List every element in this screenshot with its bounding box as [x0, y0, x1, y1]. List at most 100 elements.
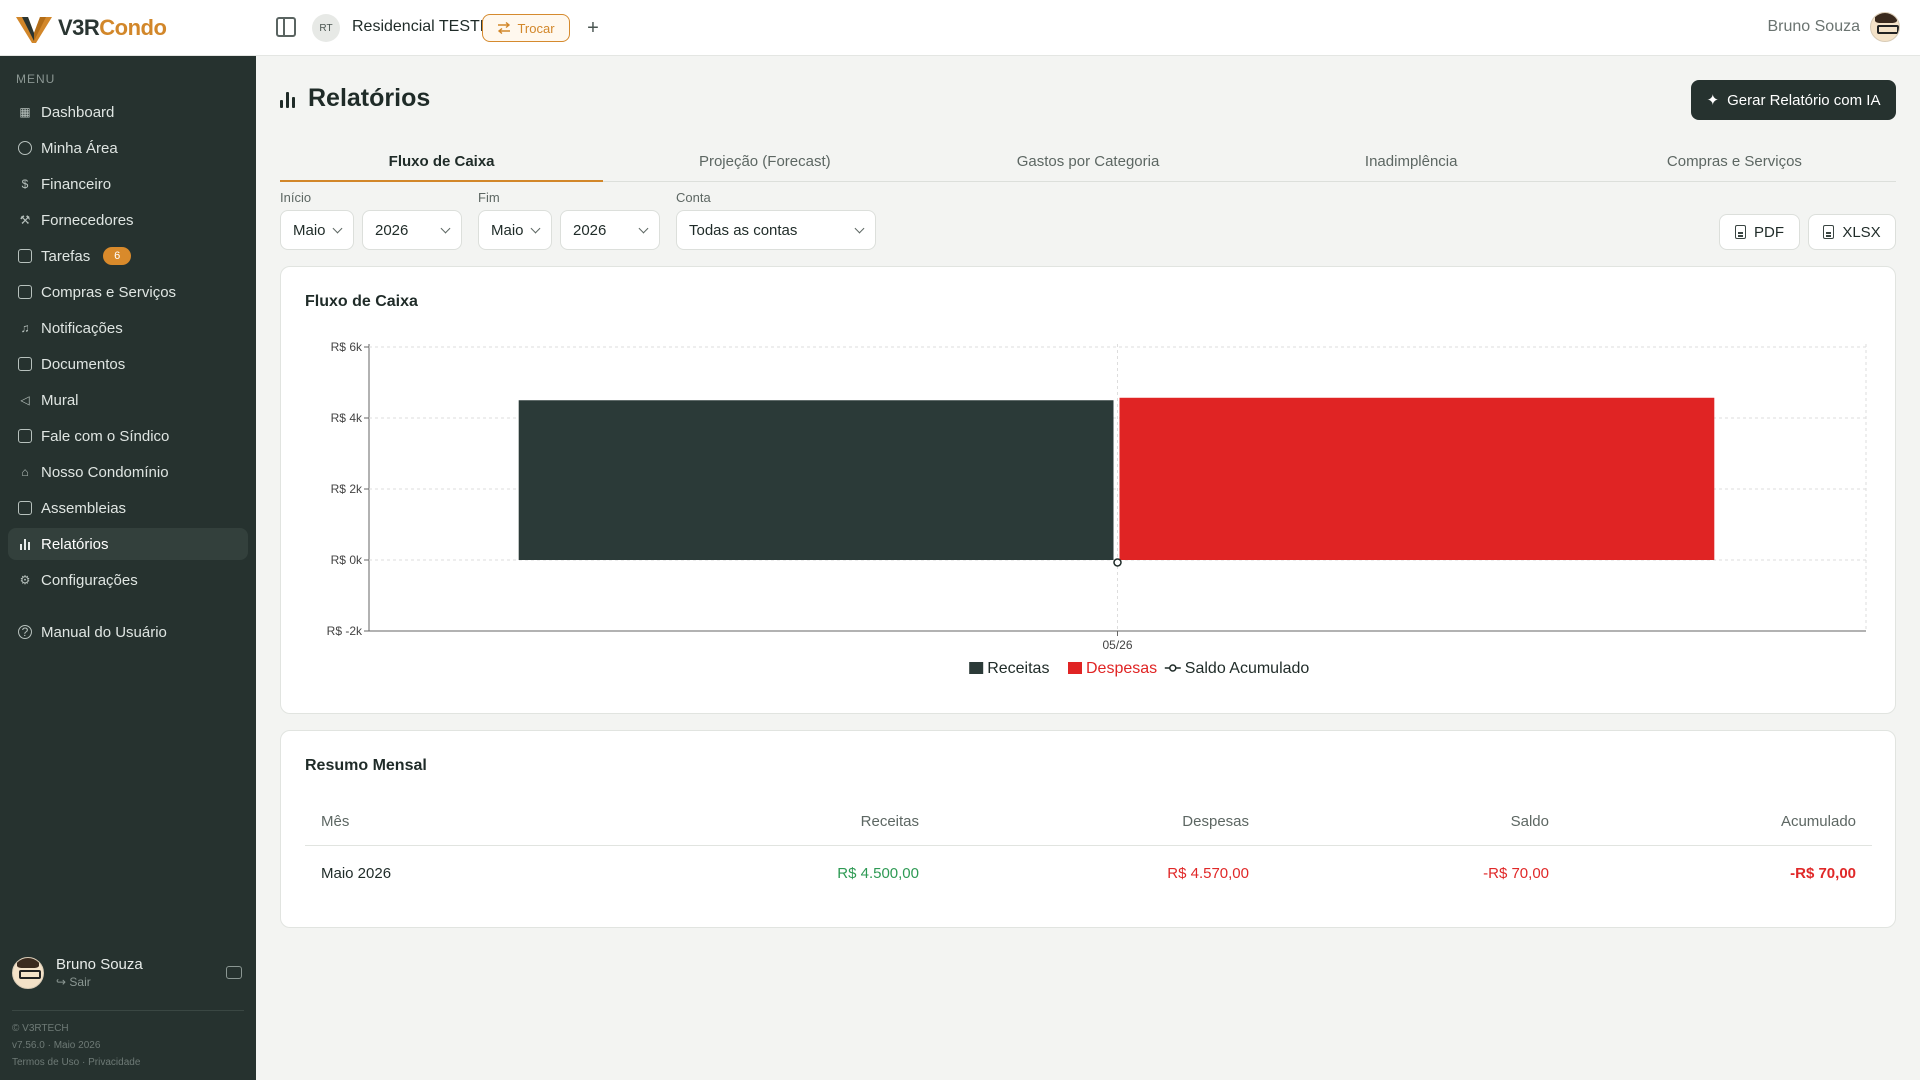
y-tick-label: R$ -2k — [327, 624, 363, 638]
clipboard-icon — [18, 501, 32, 515]
sidebar-item-relatorios[interactable]: Relatórios — [8, 528, 248, 560]
logout-label: Sair — [69, 975, 91, 989]
tasks-count-badge: 6 — [103, 247, 132, 265]
cell-cumulative: -R$ 70,00 — [1790, 864, 1856, 882]
sidebar-item-documentos[interactable]: Documentos — [8, 348, 248, 380]
logo-text: V3RCondo — [58, 15, 167, 40]
chat-icon — [18, 429, 32, 443]
gear-icon: ⚙ — [19, 573, 31, 587]
col-expense: Despesas — [935, 799, 1265, 846]
ai-button-label: Gerar Relatório com IA — [1727, 91, 1881, 109]
logout-link[interactable]: ↪ Sair — [56, 975, 143, 989]
tab-compras-servicos[interactable]: Compras e Serviços — [1573, 148, 1896, 181]
start-year-select[interactable]: 2026 — [362, 210, 462, 250]
page-title: Relatórios — [308, 84, 431, 112]
cell-income: R$ 4.500,00 — [837, 864, 919, 882]
bar-chart-icon — [280, 90, 298, 108]
feedback-chat-icon[interactable] — [226, 966, 242, 979]
sidebar-item-notificacoes[interactable]: ♫ Notificações — [8, 312, 248, 344]
end-year-select[interactable]: 2026 — [560, 210, 660, 250]
xlsx-label: XLSX — [1842, 223, 1881, 241]
folder-icon — [18, 357, 32, 371]
sidebar-item-mural[interactable]: ◁ Mural — [8, 384, 248, 416]
sidebar-footer: © V3RTECH v7.56.0 · Maio 2026 Termos de … — [12, 1020, 140, 1071]
report-tabs: Fluxo de Caixa Projeção (Forecast) Gasto… — [280, 148, 1896, 182]
cell-expense: R$ 4.570,00 — [1167, 864, 1249, 882]
file-icon — [18, 285, 32, 299]
sidebar-item-label: Minha Área — [41, 139, 118, 157]
add-condo-button[interactable]: + — [584, 14, 602, 42]
chevron-down-icon — [440, 223, 451, 234]
sidebar-item-dashboard[interactable]: ▦ Dashboard — [8, 96, 248, 128]
sidebar-item-fornecedores[interactable]: ⚒ Fornecedores — [8, 204, 248, 236]
terms-link[interactable]: Termos de Uso — [12, 1057, 79, 1068]
start-month-value: Maio — [293, 221, 326, 239]
account-select[interactable]: Todas as contas — [676, 210, 876, 250]
chevron-down-icon — [638, 223, 649, 234]
summary-title: Resumo Mensal — [305, 757, 427, 774]
sidebar-item-financeiro[interactable]: $ Financeiro — [8, 168, 248, 200]
tab-inadimplencia[interactable]: Inadimplência — [1250, 148, 1573, 181]
line-point-saldo-acumulado — [1113, 558, 1122, 567]
col-month: Mês — [305, 799, 605, 846]
sidebar-item-minha-area[interactable]: Minha Área — [8, 132, 248, 164]
footer-version: v7.56.0 · Maio 2026 — [12, 1040, 101, 1051]
dollar-icon: $ — [21, 177, 29, 191]
end-month-select[interactable]: Maio — [478, 210, 552, 250]
sidebar-item-label: Relatórios — [41, 535, 109, 553]
menu-label: MENU — [16, 72, 56, 86]
user-menu[interactable]: Bruno Souza — [1767, 12, 1900, 42]
sparkles-icon: ✦ — [1706, 92, 1720, 109]
swap-icon — [498, 22, 511, 34]
export-pdf-button[interactable]: PDF — [1719, 214, 1800, 250]
y-tick-label: R$ 4k — [331, 411, 363, 425]
sidebar: MENU ▦ Dashboard Minha Área $ Financeiro… — [0, 56, 256, 1080]
bar-chart-icon — [18, 537, 32, 551]
sidebar-item-configuracoes[interactable]: ⚙ Configurações — [8, 564, 248, 596]
legend-swatch — [1068, 662, 1082, 674]
legend-marker — [1169, 664, 1177, 672]
switch-condo-button[interactable]: Trocar — [482, 14, 570, 42]
sidebar-item-fale-sindico[interactable]: Fale com o Síndico — [8, 420, 248, 452]
legend-label: Receitas — [987, 660, 1049, 677]
sidebar-item-label: Assembleias — [41, 499, 127, 517]
sidebar-item-label: Fale com o Síndico — [41, 427, 170, 445]
sidebar-item-tarefas[interactable]: Tarefas 6 — [8, 240, 248, 272]
account-label: Conta — [676, 190, 711, 205]
cell-balance: -R$ 70,00 — [1483, 864, 1549, 882]
footer-company: © V3RTECH — [12, 1023, 69, 1034]
sidebar-item-label: Tarefas — [41, 247, 91, 265]
sidebar-item-manual[interactable]: ? Manual do Usuário — [8, 616, 248, 648]
chevron-down-icon — [332, 223, 343, 234]
condo-name: Residencial TESTE — [352, 18, 491, 35]
chevron-down-icon — [530, 223, 541, 234]
logo-mark-icon — [16, 17, 52, 43]
sidebar-toggle-icon[interactable] — [276, 17, 296, 37]
start-label: Início — [280, 190, 312, 205]
export-xlsx-button[interactable]: XLSX — [1808, 214, 1896, 250]
app-logo[interactable]: V3RCondo — [14, 10, 167, 46]
sidebar-item-assembleias[interactable]: Assembleias — [8, 492, 248, 524]
avatar — [12, 956, 44, 989]
bar-receitas — [518, 400, 1114, 560]
privacy-link[interactable]: Privacidade — [88, 1057, 140, 1068]
help-icon: ? — [18, 625, 32, 639]
x-tick-label: 05/26 — [1102, 638, 1132, 652]
sidebar-item-label: Documentos — [41, 355, 126, 373]
sidebar-item-label: Notificações — [41, 319, 123, 337]
tab-gastos-categoria[interactable]: Gastos por Categoria — [926, 148, 1249, 181]
start-year-value: 2026 — [375, 221, 409, 239]
generate-ai-report-button[interactable]: ✦ Gerar Relatório com IA — [1691, 80, 1896, 120]
sidebar-item-label: Fornecedores — [41, 211, 134, 229]
user-circle-icon — [18, 141, 32, 155]
logout-icon: ↪ — [56, 975, 70, 989]
sidebar-user[interactable]: Bruno Souza ↪ Sair — [12, 956, 143, 989]
tab-projecao[interactable]: Projeção (Forecast) — [603, 148, 926, 181]
sidebar-item-compras-servicos[interactable]: Compras e Serviços — [8, 276, 248, 308]
sidebar-item-nosso-condominio[interactable]: ⌂ Nosso Condomínio — [8, 456, 248, 488]
y-tick-label: R$ 6k — [331, 340, 363, 354]
tab-fluxo-de-caixa[interactable]: Fluxo de Caixa — [280, 148, 604, 182]
switch-condo-label: Trocar — [517, 20, 555, 36]
start-month-select[interactable]: Maio — [280, 210, 354, 250]
home-icon: ⌂ — [21, 465, 29, 479]
